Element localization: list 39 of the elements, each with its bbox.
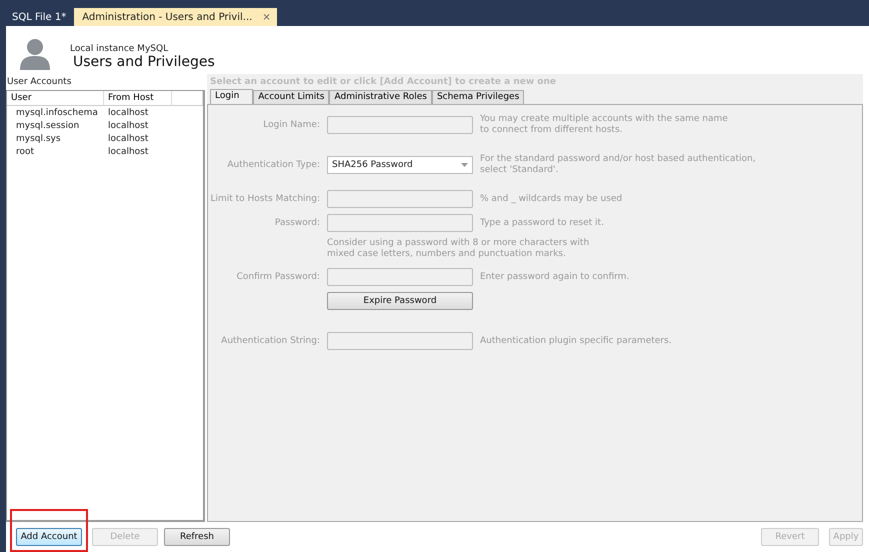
field-label: Login Name:: [262, 120, 320, 130]
field-label: Limit to Hosts Matching:: [209, 194, 320, 204]
field-hint: Type a password to reset it.: [480, 218, 605, 228]
user-cell[interactable]: mysql.infoschema: [7, 108, 104, 118]
field-hint: Enter password again to confirm.: [480, 272, 630, 282]
tab[interactable]: Account Limits: [253, 90, 330, 104]
user-cell[interactable]: mysql.session: [7, 120, 104, 130]
field-label: Authentication String:: [220, 336, 320, 346]
document-tab[interactable]: SQL File 1*: [4, 8, 72, 26]
host-cell[interactable]: localhost: [104, 134, 203, 144]
action-button[interactable]: Add Account: [16, 528, 82, 546]
field-label: Authentication Type:: [226, 160, 320, 170]
host-cell[interactable]: localhost: [104, 108, 203, 118]
column-header[interactable]: User: [7, 91, 104, 105]
instance-name: Local instance MySQL: [70, 44, 170, 54]
field-hint: Authentication plugin specific parameters.: [480, 336, 673, 346]
caret-icon: [461, 163, 468, 167]
user-silhouette-icon: [18, 36, 52, 70]
tab[interactable]: Schema Privileges: [432, 90, 524, 104]
password-advice: Consider using a password with 8 or more characters with mixed case letters, numbers and punctuation marks.: [327, 238, 590, 260]
document-tab[interactable]: Administration - Users and Privil... ×: [74, 8, 277, 26]
section-title: User Accounts: [6, 76, 72, 89]
host-cell[interactable]: localhost: [104, 120, 203, 130]
host-cell[interactable]: localhost: [104, 146, 203, 156]
action-button[interactable]: Refresh: [164, 528, 230, 546]
tab[interactable]: Login: [210, 89, 254, 104]
field-hint: For the standard password and/or host based authentication, select 'Standard'.: [480, 154, 757, 176]
field-hint: You may create multiple accounts with the same name to connect from different hosts.: [480, 114, 729, 136]
tab[interactable]: Administrative Roles: [329, 90, 432, 104]
column-header[interactable]: From Host: [104, 91, 172, 105]
field-label: Confirm Password:: [236, 272, 320, 282]
dropdown[interactable]: SHA256 Password: [327, 156, 473, 174]
field-label: Password:: [274, 218, 320, 228]
page-title: Users and Privileges: [73, 54, 215, 70]
expire-password-button[interactable]: Expire Password: [327, 292, 473, 310]
field-hint: % and _ wildcards may be used: [480, 194, 624, 204]
user-cell[interactable]: mysql.sys: [7, 134, 104, 144]
close-icon[interactable]: ×: [262, 12, 271, 22]
user-cell[interactable]: root: [7, 146, 104, 156]
